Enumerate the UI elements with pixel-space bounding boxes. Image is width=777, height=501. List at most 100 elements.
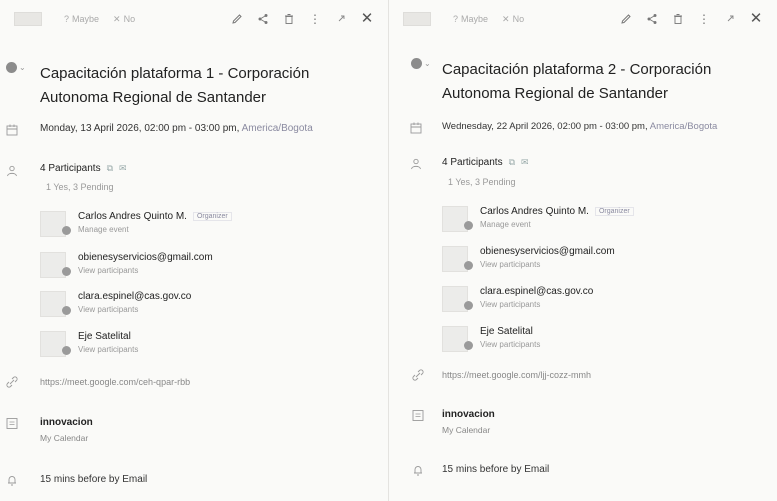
participant-name: clara.espinel@cas.gov.co xyxy=(480,286,594,297)
participant-action[interactable]: View participants xyxy=(78,266,138,275)
event-thumbnail xyxy=(403,12,431,26)
participant-action[interactable]: View participants xyxy=(480,260,540,269)
organizer-badge: Organizer xyxy=(594,207,634,216)
calendar-owner: My Calendar xyxy=(442,425,491,435)
participant-row[interactable]: clara.espinel@cas.gov.co View participan… xyxy=(442,286,762,318)
participant-name-text: Carlos Andres Quinto M. xyxy=(480,206,589,217)
participants-header: 4 Participants ⧉ ✉ xyxy=(442,157,529,168)
participants-summary: 1 Yes, 3 Pending xyxy=(448,177,516,187)
toolbar: ? Maybe ✕ No ⋮ ✕ xyxy=(14,8,374,30)
more-vertical-icon[interactable]: ⋮ xyxy=(308,12,322,26)
event-title: Capacitación plataforma 1 - Corporación … xyxy=(40,65,310,106)
participant-name: Carlos Andres Quinto M. Organizer xyxy=(78,211,232,222)
bell-icon xyxy=(5,473,19,487)
event-date-text: Monday, 13 April 2026, 02:00 pm - 03:00 … xyxy=(40,123,240,134)
status-badge xyxy=(62,346,71,355)
expand-icon[interactable] xyxy=(723,12,737,26)
meet-link[interactable]: https://meet.google.com/ljj-cozz-mmh xyxy=(442,370,591,380)
participant-name: obienesyservicios@gmail.com xyxy=(78,252,213,263)
participant-row[interactable]: obienesyservicios@gmail.com View partici… xyxy=(442,246,762,278)
participant-action[interactable]: View participants xyxy=(78,345,138,354)
participant-row[interactable]: clara.espinel@cas.gov.co View participan… xyxy=(40,291,360,323)
trash-icon[interactable] xyxy=(671,12,685,26)
participant-row[interactable]: Eje Satelital View participants xyxy=(40,331,360,363)
event-timezone[interactable]: America/Bogota xyxy=(650,121,718,132)
chevron-down-icon[interactable]: ⌄ xyxy=(19,63,26,72)
copy-icon[interactable]: ⧉ xyxy=(509,157,515,168)
participants-count: 4 Participants xyxy=(40,163,101,174)
status-badge xyxy=(464,221,473,230)
participant-row[interactable]: obienesyservicios@gmail.com View partici… xyxy=(40,252,360,284)
organizer-badge: Organizer xyxy=(192,212,232,221)
share-icon[interactable] xyxy=(645,12,659,26)
event-panel-right: ? Maybe ✕ No ⋮ ✕ ⌄ Capacitación platafor… xyxy=(389,0,777,501)
calendar-name: innovacion xyxy=(40,417,93,428)
rsvp-maybe-label: Maybe xyxy=(72,14,100,24)
participant-name: Eje Satelital xyxy=(78,331,131,342)
reminder-text: 15 mins before by Email xyxy=(442,464,550,475)
meet-link[interactable]: https://meet.google.com/ceh-qpar-rbb xyxy=(40,377,190,387)
calendar-owner: My Calendar xyxy=(40,433,89,443)
rsvp-no-label: No xyxy=(512,14,525,24)
participant-name: Eje Satelital xyxy=(480,326,533,337)
rsvp-maybe-option[interactable]: ? Maybe xyxy=(64,14,99,24)
event-timezone[interactable]: America/Bogota xyxy=(242,123,313,134)
event-datetime: Monday, 13 April 2026, 02:00 pm - 03:00 … xyxy=(40,123,313,134)
status-badge xyxy=(62,306,71,315)
event-thumbnail xyxy=(14,12,42,26)
trash-icon[interactable] xyxy=(282,12,296,26)
pencil-icon[interactable] xyxy=(619,12,633,26)
people-icon xyxy=(5,164,19,178)
participant-row[interactable]: Carlos Andres Quinto M. Organizer Manage … xyxy=(442,206,762,238)
mail-icon[interactable]: ✉ xyxy=(119,163,127,174)
participant-row[interactable]: Eje Satelital View participants xyxy=(442,326,762,358)
event-datetime: Wednesday, 22 April 2026, 02:00 pm - 03:… xyxy=(442,121,717,132)
participant-name: Carlos Andres Quinto M. Organizer xyxy=(480,206,634,217)
copy-icon[interactable]: ⧉ xyxy=(107,163,113,174)
status-badge xyxy=(464,341,473,350)
calendar-name: innovacion xyxy=(442,409,495,420)
participants-count: 4 Participants xyxy=(442,157,503,168)
calendar-icon xyxy=(409,121,423,135)
participant-action[interactable]: View participants xyxy=(480,340,540,349)
rsvp-no-option[interactable]: ✕ No xyxy=(502,14,524,25)
more-vertical-icon[interactable]: ⋮ xyxy=(697,12,711,26)
status-badge xyxy=(464,261,473,270)
participant-name: clara.espinel@cas.gov.co xyxy=(78,291,192,302)
status-badge xyxy=(62,226,71,235)
rsvp-no-label: No xyxy=(123,14,136,24)
expand-icon[interactable] xyxy=(334,12,348,26)
status-badge xyxy=(62,267,71,276)
pencil-icon[interactable] xyxy=(230,12,244,26)
participant-action[interactable]: Manage event xyxy=(78,225,129,234)
participant-row[interactable]: Carlos Andres Quinto M. Organizer Manage … xyxy=(40,211,360,243)
chevron-down-icon[interactable]: ⌄ xyxy=(424,59,431,68)
bell-icon xyxy=(411,463,425,477)
event-title: Capacitación plataforma 2 - Corporación … xyxy=(442,61,712,102)
share-icon[interactable] xyxy=(256,12,270,26)
mail-icon[interactable]: ✉ xyxy=(521,157,529,168)
event-date-text: Wednesday, 22 April 2026, 02:00 pm - 03:… xyxy=(442,121,648,132)
participants-summary: 1 Yes, 3 Pending xyxy=(46,182,114,192)
event-color-dot xyxy=(6,62,17,73)
calendar-icon xyxy=(5,123,19,137)
link-icon xyxy=(411,368,425,382)
rsvp-no-option[interactable]: ✕ No xyxy=(113,14,135,25)
participant-action[interactable]: Manage event xyxy=(480,220,531,229)
rsvp-maybe-option[interactable]: ? Maybe xyxy=(453,14,488,24)
close-icon[interactable]: ✕ xyxy=(749,11,763,26)
close-icon[interactable]: ✕ xyxy=(360,11,374,26)
participant-action[interactable]: View participants xyxy=(78,305,138,314)
reminder-text: 15 mins before by Email xyxy=(40,474,148,485)
toolbar: ? Maybe ✕ No ⋮ ✕ xyxy=(403,8,763,30)
status-badge xyxy=(464,301,473,310)
link-icon xyxy=(5,375,19,389)
participant-name: obienesyservicios@gmail.com xyxy=(480,246,615,257)
calendar-icon xyxy=(411,408,425,422)
people-icon xyxy=(409,157,423,171)
participants-header: 4 Participants ⧉ ✉ xyxy=(40,163,127,174)
participant-action[interactable]: View participants xyxy=(480,300,540,309)
event-color-dot xyxy=(411,58,422,69)
calendar-icon xyxy=(5,416,19,430)
event-panel-left: ? Maybe ✕ No ⋮ ✕ ⌄ Capacitación platafor… xyxy=(0,0,388,501)
